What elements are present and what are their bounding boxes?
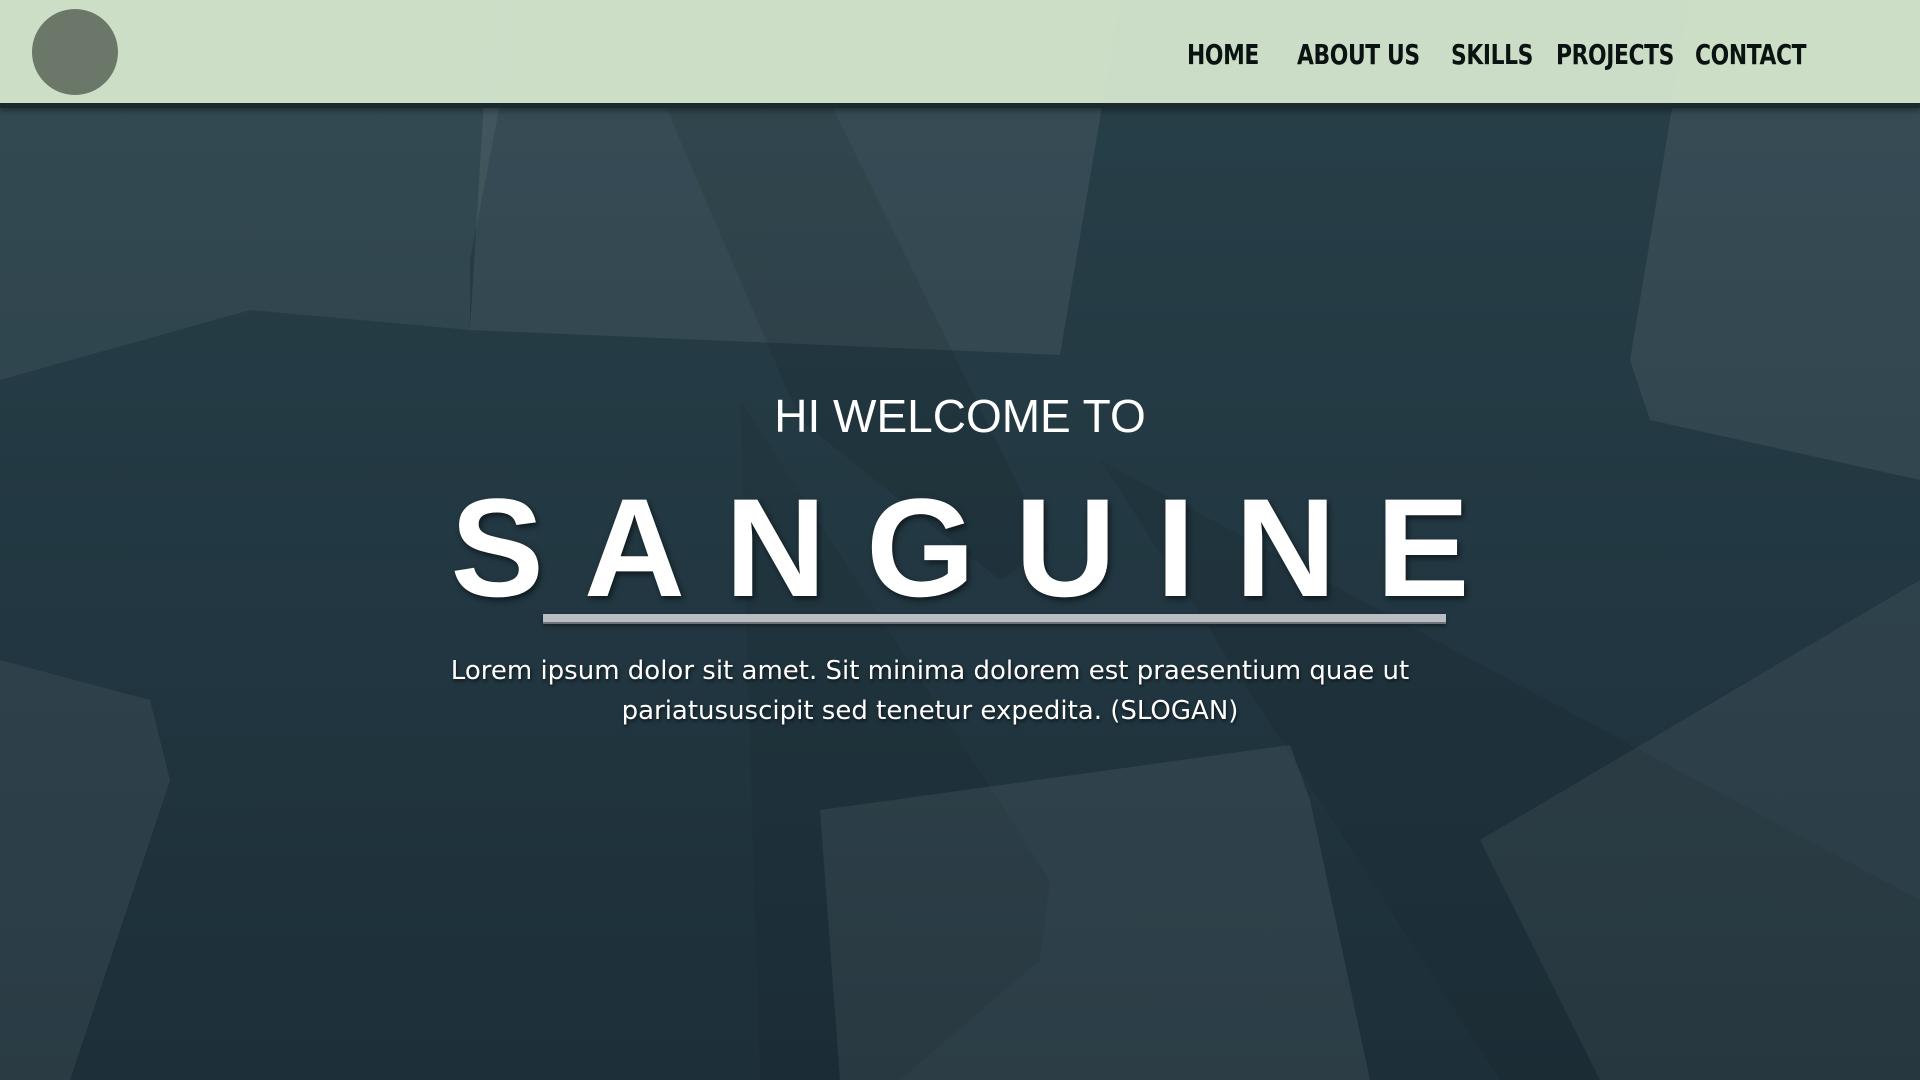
nav-about-us[interactable]: ABOUT US [1297,38,1420,71]
nav-home[interactable]: HOME [1187,38,1259,71]
nav-skills[interactable]: SKILLS [1451,38,1533,71]
site-title: SANGUINE [450,469,1510,626]
nav-projects[interactable]: PROJECTS [1556,38,1674,71]
logo-circle-icon[interactable] [32,9,118,95]
header-bar: HOME ABOUT US SKILLS PROJECTS CONTACT [0,0,1920,108]
slogan-line-2: pariatususcipit sed tenetur expedita. (S… [621,696,1239,726]
slogan-line-1: Lorem ipsum dolor sit amet. Sit minima d… [450,656,1410,686]
title-underline [543,614,1446,624]
nav-contact[interactable]: CONTACT [1695,38,1807,71]
welcome-text: HI WELCOME TO [774,390,1146,442]
slogan: Lorem ipsum dolor sit amet. Sit minima d… [430,651,1430,731]
